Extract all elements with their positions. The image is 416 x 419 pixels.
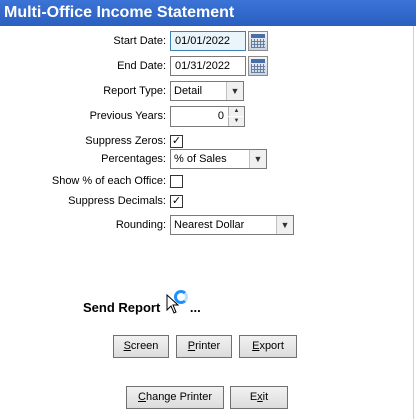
chevron-down-icon[interactable]: ▼ xyxy=(276,216,293,234)
percentages-value: % of Sales xyxy=(174,153,227,165)
start-date-input[interactable]: 01/01/2022 xyxy=(170,31,246,51)
exit-button[interactable]: Exit xyxy=(230,386,288,409)
show-pct-office-checkbox[interactable] xyxy=(170,175,183,188)
printer-button[interactable]: Printer xyxy=(176,335,232,358)
send-report-label: Send Report xyxy=(83,300,161,315)
busy-cursor-icon xyxy=(174,290,188,304)
suppress-zeros-label: Suppress Zeros: xyxy=(85,135,166,147)
suppress-decimals-checkbox[interactable]: ✓ xyxy=(170,195,183,208)
screen-button[interactable]: Screen xyxy=(113,335,169,358)
previous-years-value: 0 xyxy=(217,110,224,122)
chevron-down-icon[interactable]: ▼ xyxy=(249,150,266,168)
chevron-down-icon[interactable]: ▼ xyxy=(226,82,243,100)
percentages-label: Percentages: xyxy=(101,153,166,165)
rounding-label: Rounding: xyxy=(115,219,166,231)
suppress-decimals-label: Suppress Decimals: xyxy=(68,195,166,207)
end-date-calendar-icon[interactable] xyxy=(248,56,268,76)
window-title: Multi-Office Income Statement xyxy=(0,0,416,26)
start-date-label: Start Date: xyxy=(113,35,166,47)
export-button[interactable]: Export xyxy=(239,335,297,358)
rounding-value: Nearest Dollar xyxy=(174,219,245,231)
show-pct-office-label: Show % of each Office: xyxy=(51,175,166,187)
spin-up-icon[interactable]: ▲ xyxy=(228,107,244,116)
send-report-suffix: ... xyxy=(189,300,201,315)
percentages-select[interactable]: % of Sales ▼ xyxy=(170,149,267,169)
window-border xyxy=(413,26,414,419)
report-type-label: Report Type: xyxy=(103,85,166,97)
report-type-select[interactable]: Detail ▼ xyxy=(170,81,244,101)
spin-down-icon[interactable]: ▼ xyxy=(228,117,244,126)
previous-years-label: Previous Years: xyxy=(89,110,166,122)
change-printer-button[interactable]: Change Printer xyxy=(126,386,224,409)
start-date-calendar-icon[interactable] xyxy=(248,31,268,51)
previous-years-stepper[interactable]: 0 ▲ ▼ xyxy=(170,106,245,127)
rounding-select[interactable]: Nearest Dollar ▼ xyxy=(170,215,294,235)
report-type-value: Detail xyxy=(174,85,203,97)
end-date-label: End Date: xyxy=(117,60,166,72)
end-date-input[interactable]: 01/31/2022 xyxy=(170,56,246,76)
suppress-zeros-checkbox[interactable]: ✓ xyxy=(170,135,183,148)
